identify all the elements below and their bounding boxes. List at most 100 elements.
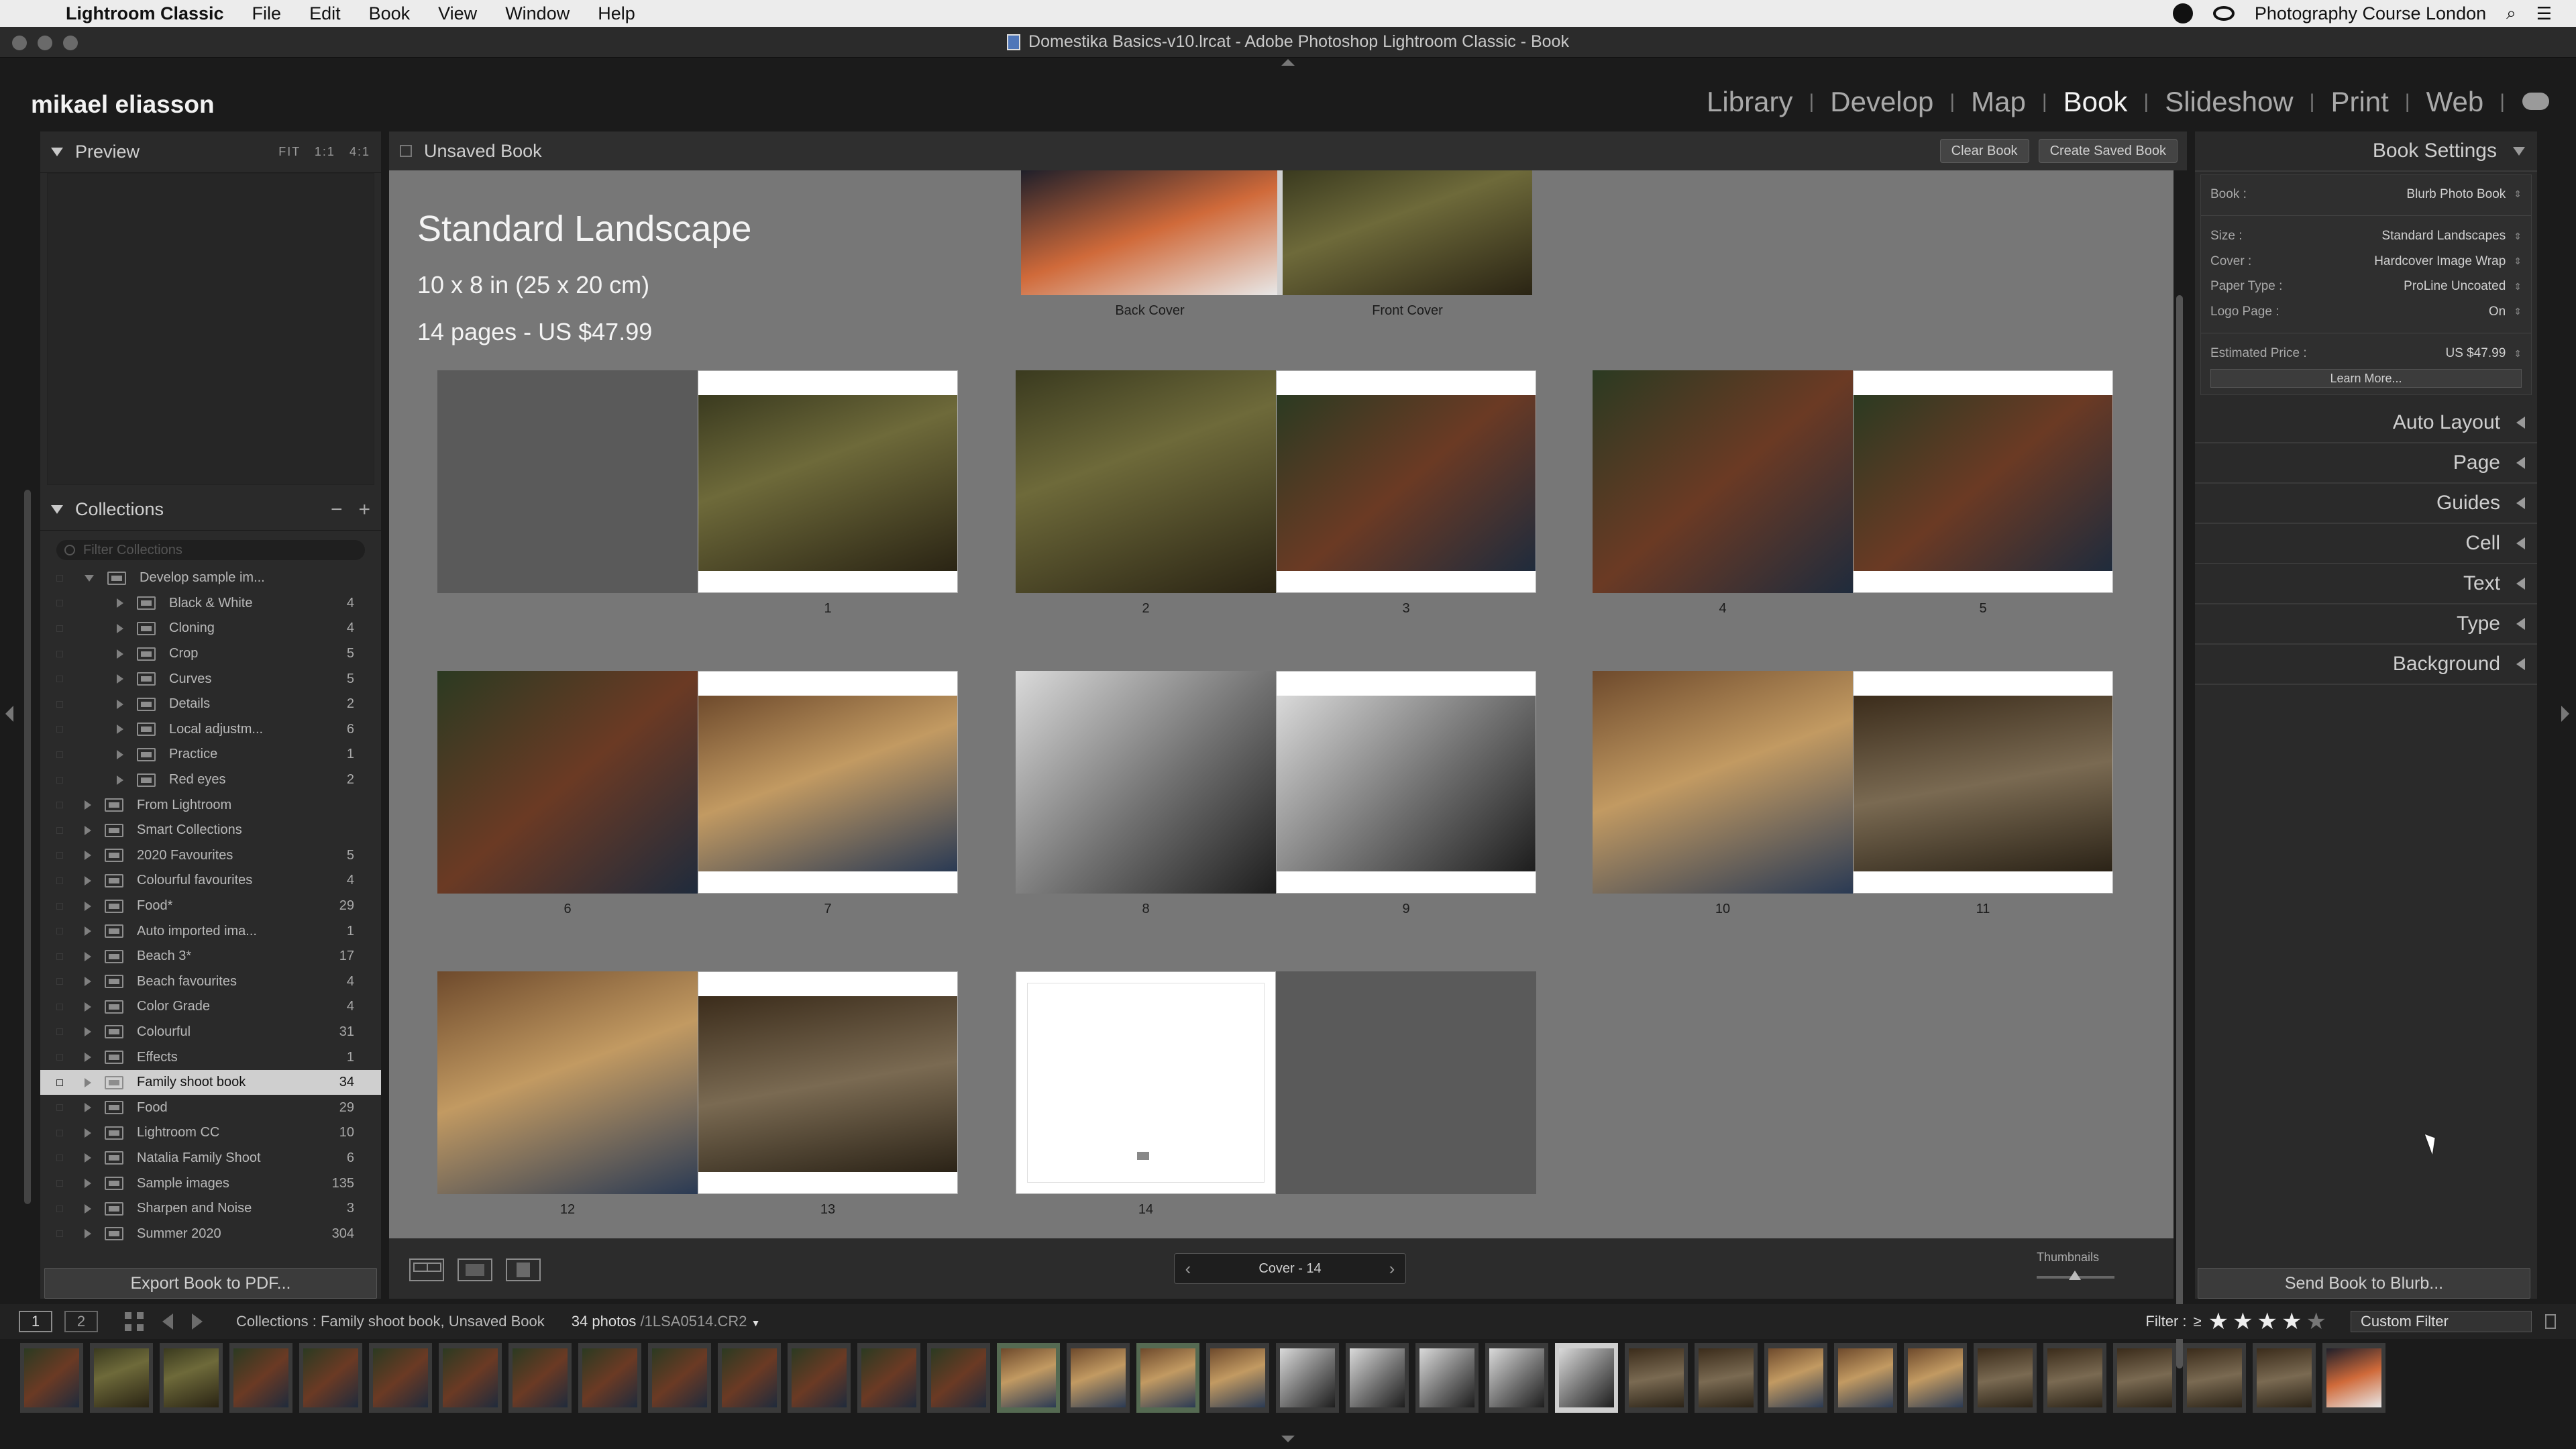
filmstrip-thumbnail[interactable] (90, 1343, 153, 1413)
collection-item[interactable]: Practice 1 (40, 742, 381, 767)
learn-more-button[interactable]: Learn More... (2210, 369, 2522, 388)
filmstrip-thumbnail[interactable] (20, 1343, 83, 1413)
chevron-right-icon[interactable] (117, 699, 123, 709)
module-print[interactable]: Print (2326, 86, 2392, 118)
filmstrip-thumbnail[interactable] (1555, 1343, 1618, 1413)
logo-page-row[interactable]: Logo Page : On ⇕ (2201, 299, 2531, 325)
collection-item[interactable]: Sharpen and Noise 3 (40, 1196, 381, 1222)
collection-checkbox[interactable] (56, 928, 63, 935)
filmstrip-thumbnail[interactable] (2322, 1343, 2385, 1413)
page-photo[interactable] (698, 395, 957, 571)
filmstrip-thumbnail[interactable] (1974, 1343, 2037, 1413)
collection-checkbox[interactable] (56, 776, 63, 784)
filmstrip-thumbnail[interactable] (1346, 1343, 1409, 1413)
menu-app[interactable]: Lightroom Classic (66, 3, 224, 24)
collection-checkbox[interactable] (56, 877, 63, 884)
menu-file[interactable]: File (252, 3, 282, 24)
grid-view-icon[interactable] (125, 1312, 144, 1331)
spread-view-button[interactable] (458, 1258, 492, 1281)
filmstrip-thumbnail[interactable] (648, 1343, 711, 1413)
filmstrip-thumbnail[interactable] (1415, 1343, 1479, 1413)
collection-item[interactable]: Beach 3* 17 (40, 944, 381, 969)
paper-type-value[interactable]: ProLine Uncoated (2404, 279, 2506, 294)
zoom-1-1[interactable]: 1:1 (315, 145, 335, 158)
rating-filter[interactable]: ★★★★★ (2208, 1308, 2330, 1335)
filmstrip-thumbnail[interactable] (508, 1343, 572, 1413)
top-panel-toggle-icon[interactable] (1281, 59, 1295, 66)
chevron-right-icon[interactable] (85, 1103, 91, 1113)
filmstrip-thumbnail[interactable] (578, 1343, 641, 1413)
chevron-right-icon[interactable] (85, 1229, 91, 1239)
filmstrip-thumbnail[interactable] (1764, 1343, 1827, 1413)
filmstrip-thumbnail[interactable] (1067, 1343, 1130, 1413)
chevron-right-icon[interactable] (85, 1128, 91, 1138)
module-web[interactable]: Web (2422, 86, 2488, 118)
book-page[interactable] (1276, 671, 1536, 894)
logo-page-value[interactable]: On (2489, 305, 2506, 319)
chevron-right-icon[interactable] (85, 1203, 91, 1214)
collection-item[interactable]: Color Grade 4 (40, 994, 381, 1020)
collection-checkbox[interactable] (56, 802, 63, 809)
clear-book-button[interactable]: Clear Book (1939, 139, 2029, 163)
panel-page-header[interactable]: Page (2195, 443, 2537, 484)
cover-value[interactable]: Hardcover Image Wrap (2374, 254, 2506, 269)
cloud-sync-icon[interactable] (2522, 93, 2549, 110)
collection-checkbox[interactable] (56, 574, 63, 582)
book-type-value[interactable]: Blurb Photo Book (2406, 187, 2506, 202)
filter-operator[interactable]: ≥ (2194, 1313, 2202, 1330)
filmstrip-thumbnail[interactable] (788, 1343, 851, 1413)
zoom-4-1[interactable]: 4:1 (350, 145, 370, 158)
filmstrip-thumbnail[interactable] (160, 1343, 223, 1413)
book-page[interactable] (1593, 370, 1853, 593)
menu-book[interactable]: Book (369, 3, 411, 24)
book-page[interactable] (1276, 370, 1536, 593)
collection-checkbox[interactable] (56, 726, 63, 733)
send-to-blurb-button[interactable]: Send Book to Blurb... (2198, 1268, 2530, 1299)
filmstrip-thumbnail[interactable] (1206, 1343, 1269, 1413)
panel-type-header[interactable]: Type (2195, 604, 2537, 645)
zoom-fit[interactable]: FIT (278, 145, 301, 158)
collection-checkbox[interactable] (56, 978, 63, 985)
control-center-icon[interactable]: ☰ (2536, 3, 2552, 24)
collection-item[interactable]: 2020 Favourites 5 (40, 843, 381, 869)
filmstrip-thumbnail[interactable] (2183, 1343, 2246, 1413)
slider-knob[interactable] (2069, 1271, 2081, 1280)
panel-text-header[interactable]: Text (2195, 564, 2537, 604)
chevron-right-icon[interactable] (117, 674, 123, 684)
book-settings-header[interactable]: Book Settings (2195, 131, 2537, 172)
collection-checkbox[interactable] (56, 1028, 63, 1036)
chevron-right-icon[interactable] (117, 649, 123, 659)
collection-checkbox[interactable] (56, 1180, 63, 1187)
menu-edit[interactable]: Edit (309, 3, 341, 24)
page-photo[interactable] (1854, 395, 2112, 571)
collection-checkbox[interactable] (56, 700, 63, 708)
filmstrip-thumbnail[interactable] (1904, 1343, 1967, 1413)
chevron-right-icon[interactable] (85, 977, 91, 987)
collection-checkbox[interactable] (56, 1054, 63, 1061)
chevron-right-icon[interactable] (85, 800, 91, 810)
panel-guides-header[interactable]: Guides (2195, 484, 2537, 524)
preview-panel-header[interactable]: Preview FIT 1:1 4:1 (40, 131, 381, 173)
remove-collection-icon[interactable]: − (331, 498, 343, 521)
canvas-scrollbar[interactable] (2176, 295, 2183, 1368)
filmstrip-thumbnail[interactable] (299, 1343, 362, 1413)
collection-item[interactable]: Summer 2020 304 (40, 1221, 381, 1246)
collections-filter-input[interactable]: Filter Collections (56, 540, 365, 560)
page-photo[interactable] (1277, 696, 1536, 871)
paper-type-row[interactable]: Paper Type : ProLine Uncoated ⇕ (2201, 274, 2531, 300)
filmstrip-thumbnail[interactable] (2043, 1343, 2106, 1413)
collection-item[interactable]: Develop sample im... (40, 566, 381, 591)
chevron-right-icon[interactable] (85, 1077, 91, 1087)
book-page[interactable] (1016, 971, 1276, 1194)
book-page[interactable] (1593, 671, 1853, 894)
back-arrow-icon[interactable] (162, 1313, 173, 1330)
collection-item[interactable]: Food 29 (40, 1095, 381, 1120)
multi-page-view-button[interactable] (409, 1258, 444, 1281)
book-page[interactable] (698, 671, 958, 894)
collection-item[interactable]: Cloning 4 (40, 616, 381, 641)
collection-checkbox[interactable] (56, 625, 63, 632)
collection-item[interactable]: Red eyes 2 (40, 767, 381, 793)
page-photo[interactable] (698, 696, 957, 871)
collection-item[interactable]: Black & White 4 (40, 591, 381, 616)
filmstrip-thumbnail[interactable] (439, 1343, 502, 1413)
